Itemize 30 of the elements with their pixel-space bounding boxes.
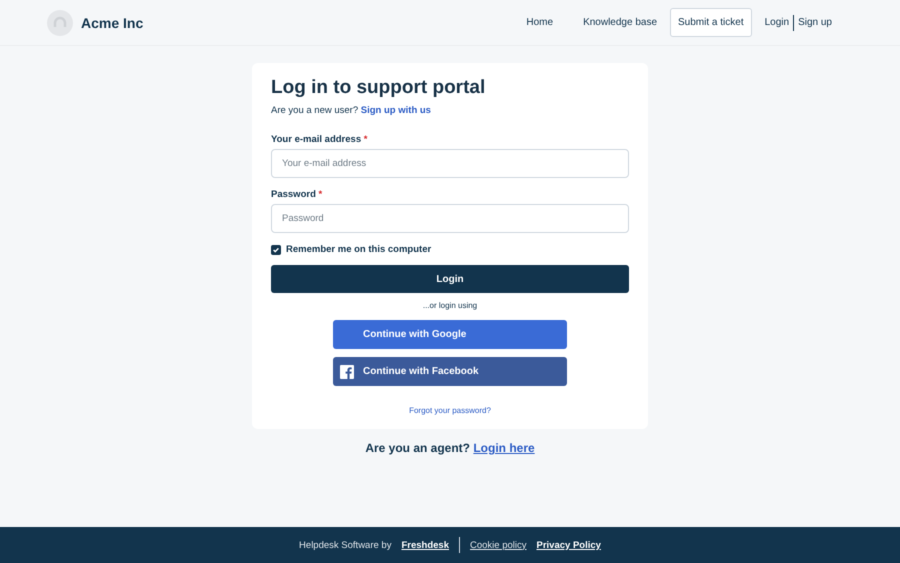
auth-link[interactable]: Sign up <box>794 17 836 28</box>
footer-link[interactable]: Cookie policy <box>470 540 526 550</box>
agent-prompt: Are you an agent? <box>365 441 470 455</box>
agent-login-link[interactable]: Login here <box>473 441 535 455</box>
footer-text: Helpdesk Software by <box>299 540 392 550</box>
footer-link[interactable]: Freshdesk <box>401 540 449 550</box>
facebook-icon <box>340 365 354 379</box>
alt-login-text: ...or login using <box>422 301 478 310</box>
nav-link[interactable]: Home <box>511 9 568 36</box>
field-label: Your e-mail address <box>271 134 362 145</box>
login-button[interactable]: Login <box>271 265 629 293</box>
input-field[interactable]: Your e-mail address <box>271 149 629 178</box>
auth-link[interactable]: Login <box>760 17 794 28</box>
checkbox[interactable] <box>271 244 281 254</box>
required-mark: * <box>364 134 368 145</box>
google-button[interactable]: Continue with Google <box>333 320 567 349</box>
facebook-button[interactable]: Continue with Facebook <box>333 357 567 386</box>
signup-prompt: Are you a new user? <box>271 105 358 116</box>
field-label: Password <box>271 189 316 200</box>
brand-name: Acme Inc <box>81 14 144 30</box>
nav-link[interactable]: Knowledge base <box>568 9 672 36</box>
signup-link[interactable]: Sign up with us <box>360 105 431 116</box>
forgot-password-link[interactable]: Forgot your password? <box>409 406 491 415</box>
input-field[interactable]: Password <box>271 204 629 233</box>
submit-button[interactable]: Submit a ticket <box>670 8 752 37</box>
checkbox-label: Remember me on this computer <box>286 244 432 255</box>
logo-icon <box>47 10 73 36</box>
required-mark: * <box>318 189 322 200</box>
footer-link[interactable]: Privacy Policy <box>536 540 601 550</box>
page-title: Log in to support portal <box>271 77 486 99</box>
